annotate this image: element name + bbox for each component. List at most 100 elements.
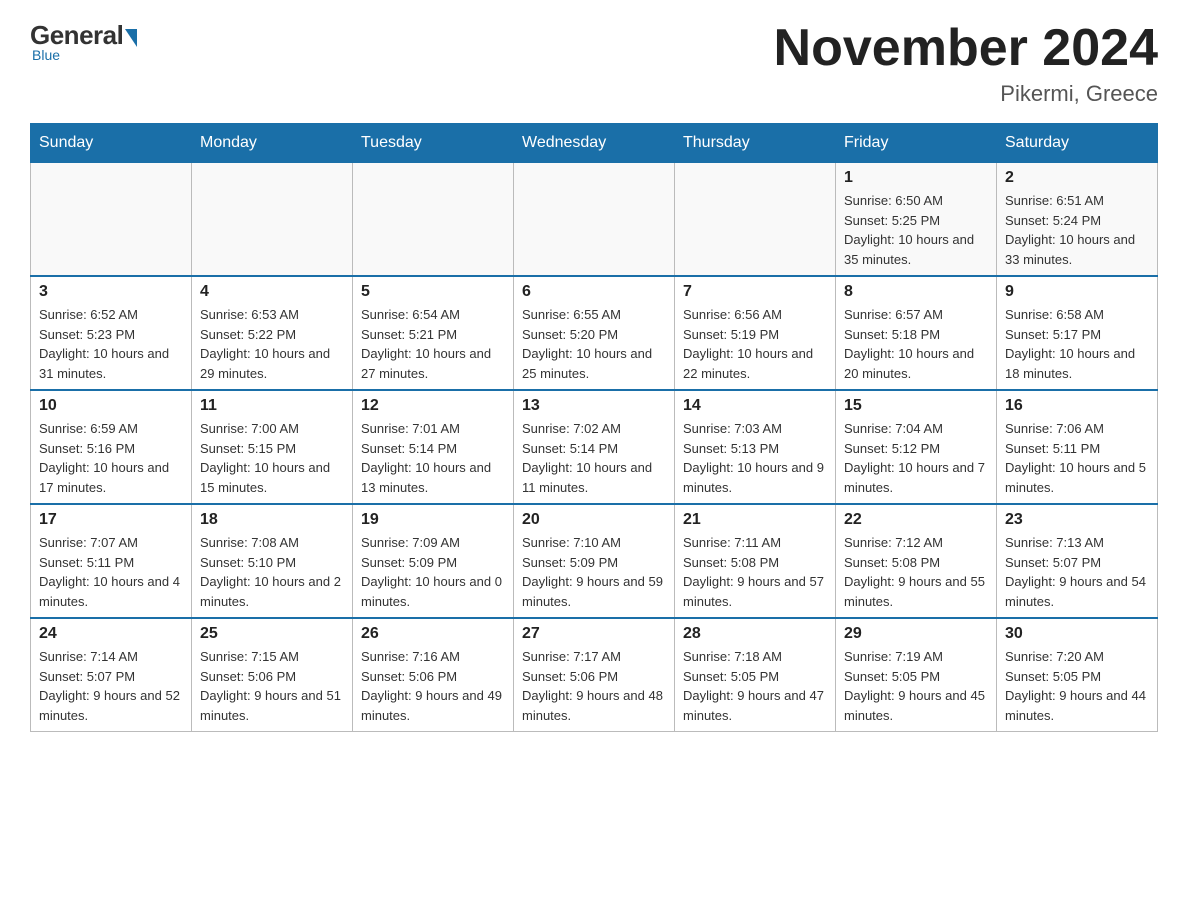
day-info: Sunrise: 7:03 AM Sunset: 5:13 PM Dayligh… <box>683 419 827 497</box>
day-number: 30 <box>1005 625 1149 643</box>
calendar-day-cell: 1 Sunrise: 6:50 AM Sunset: 5:25 PM Daylig… <box>836 163 997 277</box>
day-info: Sunrise: 6:54 AM Sunset: 5:21 PM Dayligh… <box>361 305 505 383</box>
day-number: 5 <box>361 283 505 301</box>
day-info: Sunrise: 7:11 AM Sunset: 5:08 PM Dayligh… <box>683 533 827 611</box>
day-number: 23 <box>1005 511 1149 529</box>
calendar-day-cell <box>675 163 836 277</box>
day-number: 3 <box>39 283 183 301</box>
day-info: Sunrise: 7:20 AM Sunset: 5:05 PM Dayligh… <box>1005 647 1149 725</box>
day-number: 11 <box>200 397 344 415</box>
day-number: 9 <box>1005 283 1149 301</box>
calendar-day-cell: 15 Sunrise: 7:04 AM Sunset: 5:12 PM Dayli… <box>836 390 997 504</box>
day-number: 10 <box>39 397 183 415</box>
calendar-week-row: 10 Sunrise: 6:59 AM Sunset: 5:16 PM Dayli… <box>31 390 1158 504</box>
day-info: Sunrise: 6:56 AM Sunset: 5:19 PM Dayligh… <box>683 305 827 383</box>
calendar-week-row: 3 Sunrise: 6:52 AM Sunset: 5:23 PM Daylig… <box>31 276 1158 390</box>
day-number: 21 <box>683 511 827 529</box>
day-number: 17 <box>39 511 183 529</box>
calendar-day-cell: 12 Sunrise: 7:01 AM Sunset: 5:14 PM Dayli… <box>353 390 514 504</box>
day-number: 2 <box>1005 169 1149 187</box>
day-number: 15 <box>844 397 988 415</box>
calendar-day-cell: 9Sunrise: 6:58 AM Sunset: 5:17 PM Daylig… <box>997 276 1158 390</box>
day-info: Sunrise: 7:09 AM Sunset: 5:09 PM Dayligh… <box>361 533 505 611</box>
day-info: Sunrise: 6:57 AM Sunset: 5:18 PM Dayligh… <box>844 305 988 383</box>
day-info: Sunrise: 7:00 AM Sunset: 5:15 PM Dayligh… <box>200 419 344 497</box>
day-number: 1 <box>844 169 988 187</box>
day-info: Sunrise: 7:16 AM Sunset: 5:06 PM Dayligh… <box>361 647 505 725</box>
calendar-day-cell: 8 Sunrise: 6:57 AM Sunset: 5:18 PM Daylig… <box>836 276 997 390</box>
calendar-day-cell <box>31 163 192 277</box>
day-number: 29 <box>844 625 988 643</box>
calendar-day-cell: 29 Sunrise: 7:19 AM Sunset: 5:05 PM Dayli… <box>836 618 997 732</box>
calendar-day-cell: 5 Sunrise: 6:54 AM Sunset: 5:21 PM Daylig… <box>353 276 514 390</box>
calendar-week-row: 17 Sunrise: 7:07 AM Sunset: 5:11 PM Dayli… <box>31 504 1158 618</box>
calendar-day-cell: 18 Sunrise: 7:08 AM Sunset: 5:10 PM Dayli… <box>192 504 353 618</box>
calendar-day-cell: 25Sunrise: 7:15 AM Sunset: 5:06 PM Dayli… <box>192 618 353 732</box>
day-number: 4 <box>200 283 344 301</box>
calendar-day-cell: 7 Sunrise: 6:56 AM Sunset: 5:19 PM Daylig… <box>675 276 836 390</box>
title-section: November 2024 Pikermi, Greece <box>774 20 1158 107</box>
calendar-day-cell: 3 Sunrise: 6:52 AM Sunset: 5:23 PM Daylig… <box>31 276 192 390</box>
day-info: Sunrise: 6:52 AM Sunset: 5:23 PM Dayligh… <box>39 305 183 383</box>
calendar-header-row: SundayMondayTuesdayWednesdayThursdayFrid… <box>31 124 1158 163</box>
day-info: Sunrise: 6:59 AM Sunset: 5:16 PM Dayligh… <box>39 419 183 497</box>
day-number: 13 <box>522 397 666 415</box>
day-number: 22 <box>844 511 988 529</box>
day-info: Sunrise: 7:04 AM Sunset: 5:12 PM Dayligh… <box>844 419 988 497</box>
calendar-day-cell: 17 Sunrise: 7:07 AM Sunset: 5:11 PM Dayli… <box>31 504 192 618</box>
day-number: 28 <box>683 625 827 643</box>
logo-arrow-icon <box>125 29 137 47</box>
day-info: Sunrise: 7:06 AM Sunset: 5:11 PM Dayligh… <box>1005 419 1149 497</box>
calendar-day-cell: 30 Sunrise: 7:20 AM Sunset: 5:05 PM Dayli… <box>997 618 1158 732</box>
calendar-day-cell: 14 Sunrise: 7:03 AM Sunset: 5:13 PM Dayli… <box>675 390 836 504</box>
day-of-week-header: Thursday <box>675 124 836 163</box>
logo-blue-text: Blue <box>32 47 60 63</box>
day-number: 6 <box>522 283 666 301</box>
day-number: 16 <box>1005 397 1149 415</box>
calendar-day-cell <box>514 163 675 277</box>
day-info: Sunrise: 7:17 AM Sunset: 5:06 PM Dayligh… <box>522 647 666 725</box>
calendar-day-cell: 10 Sunrise: 6:59 AM Sunset: 5:16 PM Dayli… <box>31 390 192 504</box>
day-info: Sunrise: 7:02 AM Sunset: 5:14 PM Dayligh… <box>522 419 666 497</box>
day-info: Sunrise: 7:18 AM Sunset: 5:05 PM Dayligh… <box>683 647 827 725</box>
day-info: Sunrise: 6:53 AM Sunset: 5:22 PM Dayligh… <box>200 305 344 383</box>
calendar-week-row: 24 Sunrise: 7:14 AM Sunset: 5:07 PM Dayli… <box>31 618 1158 732</box>
day-number: 26 <box>361 625 505 643</box>
calendar-day-cell: 4 Sunrise: 6:53 AM Sunset: 5:22 PM Daylig… <box>192 276 353 390</box>
day-info: Sunrise: 7:07 AM Sunset: 5:11 PM Dayligh… <box>39 533 183 611</box>
calendar-table: SundayMondayTuesdayWednesdayThursdayFrid… <box>30 123 1158 732</box>
day-number: 24 <box>39 625 183 643</box>
location-subtitle: Pikermi, Greece <box>774 81 1158 107</box>
day-number: 8 <box>844 283 988 301</box>
day-number: 12 <box>361 397 505 415</box>
day-number: 18 <box>200 511 344 529</box>
day-info: Sunrise: 7:08 AM Sunset: 5:10 PM Dayligh… <box>200 533 344 611</box>
calendar-day-cell: 19 Sunrise: 7:09 AM Sunset: 5:09 PM Dayli… <box>353 504 514 618</box>
day-info: Sunrise: 7:10 AM Sunset: 5:09 PM Dayligh… <box>522 533 666 611</box>
main-title: November 2024 <box>774 20 1158 77</box>
page-header: General Blue November 2024 Pikermi, Gree… <box>30 20 1158 107</box>
day-info: Sunrise: 7:15 AM Sunset: 5:06 PM Dayligh… <box>200 647 344 725</box>
day-number: 7 <box>683 283 827 301</box>
day-info: Sunrise: 7:13 AM Sunset: 5:07 PM Dayligh… <box>1005 533 1149 611</box>
calendar-day-cell: 20Sunrise: 7:10 AM Sunset: 5:09 PM Dayli… <box>514 504 675 618</box>
day-info: Sunrise: 7:01 AM Sunset: 5:14 PM Dayligh… <box>361 419 505 497</box>
day-number: 14 <box>683 397 827 415</box>
calendar-day-cell: 2 Sunrise: 6:51 AM Sunset: 5:24 PM Daylig… <box>997 163 1158 277</box>
calendar-day-cell: 22Sunrise: 7:12 AM Sunset: 5:08 PM Dayli… <box>836 504 997 618</box>
logo: General Blue <box>30 20 137 63</box>
calendar-day-cell: 6Sunrise: 6:55 AM Sunset: 5:20 PM Daylig… <box>514 276 675 390</box>
day-info: Sunrise: 6:50 AM Sunset: 5:25 PM Dayligh… <box>844 191 988 269</box>
day-number: 27 <box>522 625 666 643</box>
calendar-day-cell <box>192 163 353 277</box>
calendar-day-cell: 28 Sunrise: 7:18 AM Sunset: 5:05 PM Dayli… <box>675 618 836 732</box>
day-info: Sunrise: 7:14 AM Sunset: 5:07 PM Dayligh… <box>39 647 183 725</box>
day-number: 19 <box>361 511 505 529</box>
calendar-day-cell <box>353 163 514 277</box>
day-of-week-header: Wednesday <box>514 124 675 163</box>
day-info: Sunrise: 6:51 AM Sunset: 5:24 PM Dayligh… <box>1005 191 1149 269</box>
calendar-week-row: 1 Sunrise: 6:50 AM Sunset: 5:25 PM Daylig… <box>31 163 1158 277</box>
day-info: Sunrise: 7:19 AM Sunset: 5:05 PM Dayligh… <box>844 647 988 725</box>
day-of-week-header: Monday <box>192 124 353 163</box>
calendar-day-cell: 11 Sunrise: 7:00 AM Sunset: 5:15 PM Dayli… <box>192 390 353 504</box>
